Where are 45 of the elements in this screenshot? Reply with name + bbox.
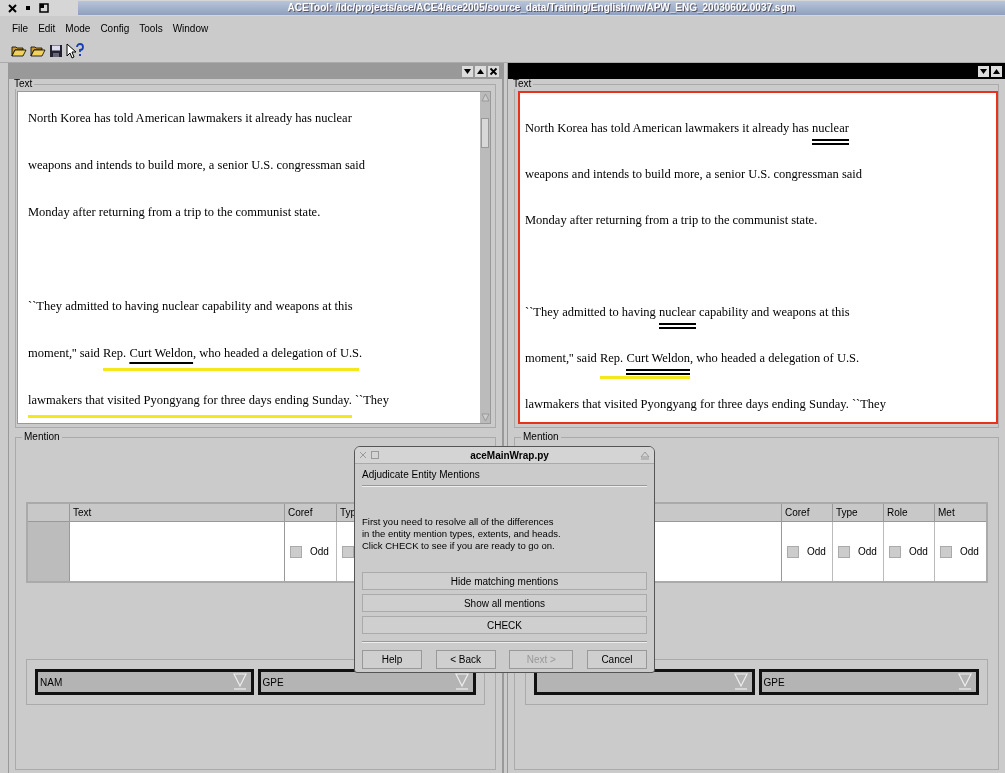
column-header: Met	[935, 504, 986, 522]
checkbox-label: Odd	[310, 546, 329, 557]
dropdown[interactable]: GPE	[758, 669, 979, 695]
group-label: Text	[512, 79, 533, 89]
text-line: lawmakers that visited Pyongyang for three days ending Sunday. ``They	[525, 396, 887, 413]
column-header: Coref	[285, 504, 337, 522]
menu-item[interactable]: Window	[172, 22, 209, 34]
text-line: North Korea has told American lawmakers it already has nuclear	[525, 105, 976, 151]
text-line: weapons and intends to build more, a senior U.S. congressman said	[525, 166, 864, 183]
text-line: ``They admitted to having nuclear capability and weapons at this	[525, 289, 976, 335]
menu-item[interactable]: Tools	[139, 22, 163, 34]
text-line: Monday after returning from a trip to the communist state.	[28, 204, 322, 221]
column-header: Role	[884, 504, 935, 522]
menu-item[interactable]: Mode	[65, 22, 91, 34]
text-line: weapons and intends to build more, a senior U.S. congressman said	[28, 157, 367, 174]
menu-item[interactable]: Edit	[38, 22, 56, 34]
action-button[interactable]: Hide matching mentions	[362, 572, 647, 590]
checkbox-label: Odd	[807, 546, 826, 557]
checkbox-label: Odd	[858, 546, 877, 557]
column-header: Text	[70, 504, 285, 522]
group-label: Text	[13, 79, 34, 89]
dialog-title: aceMainWrap.py	[469, 449, 550, 461]
dialog-button[interactable]: Cancel	[586, 650, 647, 669]
text-line: Monday after returning from a trip to the communist state.	[525, 212, 819, 229]
text-line: moment,'' said Rep. Curt Weldon, who headed a delegation of U.S.	[525, 335, 976, 381]
group-label: Mention	[522, 432, 560, 442]
text-line: moment,'' said Rep. Curt Weldon, who headed a delegation of U.S.	[28, 330, 470, 377]
dropdown[interactable]: NAM	[35, 669, 254, 695]
dialog-button[interactable]: < Back	[435, 650, 496, 669]
window-title: ACETool: /ldc/projects/ace/ACE4/ace2005/source_data/Training/English/nw/APW_ENG_20030602.0037.sgm	[78, 1, 1005, 15]
group-label: Mention	[23, 432, 61, 442]
action-button[interactable]: Show all mentions	[362, 594, 647, 612]
text-line: ``They admitted to having nuclear capability and weapons at this	[28, 298, 354, 315]
checkbox-label: Odd	[960, 546, 979, 557]
column-header: Coref	[782, 504, 833, 522]
action-button[interactable]: CHECK	[362, 616, 647, 634]
text-line: North Korea has told American lawmakers it already has nuclear	[28, 110, 353, 127]
menu-item[interactable]: Config	[100, 22, 130, 34]
dropdown[interactable]: GPE	[257, 669, 476, 695]
text-line: lawmakers that visited Pyongyang for three days ending Sunday. ``They	[28, 377, 470, 423]
dialog-button[interactable]: Help	[362, 650, 422, 669]
column-header: Type	[833, 504, 884, 522]
checkbox-label: Odd	[909, 546, 928, 557]
dialog-heading: Adjudicate Entity Mentions	[362, 468, 481, 482]
menu-item[interactable]: File	[12, 22, 29, 34]
